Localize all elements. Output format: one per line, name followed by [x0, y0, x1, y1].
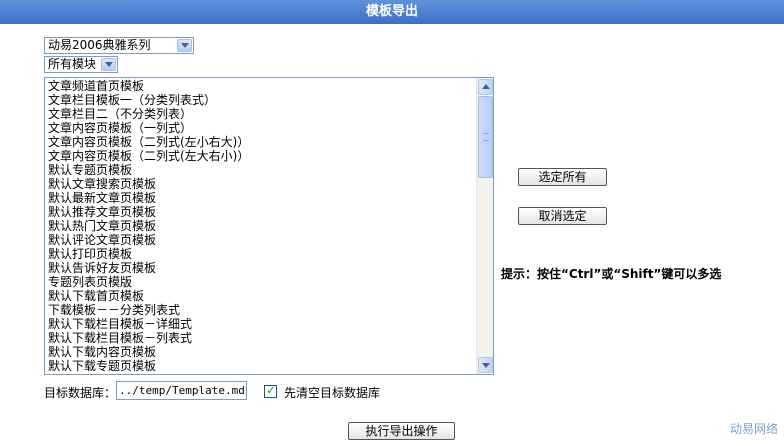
export-button[interactable]: 执行导出操作	[348, 422, 455, 440]
multi-select-hint: 提示：按住“Ctrl”或“Shift”键可以多选	[501, 267, 722, 281]
list-item[interactable]: 文章内容页模板（二列式(左小右大)）	[48, 135, 475, 149]
chevron-down-icon[interactable]	[101, 58, 116, 71]
deselect-button[interactable]: 取消选定	[518, 207, 607, 225]
template-series-select[interactable]: 动易2006典雅系列	[44, 37, 194, 54]
list-item[interactable]: 默认下载栏目模板－列表式	[48, 331, 475, 345]
list-item[interactable]: 文章栏目模板一（分类列表式）	[48, 93, 475, 107]
list-item[interactable]: 默认下载专题页模板	[48, 359, 475, 373]
list-item[interactable]: 文章内容页模板（二列式(左大右小)）	[48, 149, 475, 163]
list-item[interactable]: 文章内容页模板（一列式）	[48, 121, 475, 135]
clear-target-checkbox[interactable]	[264, 383, 277, 398]
list-item[interactable]: 默认热门文章页模板	[48, 219, 475, 233]
target-database-label: 目标数据库：	[44, 386, 117, 400]
list-item[interactable]: 默认推荐文章页模板	[48, 205, 475, 219]
template-listbox[interactable]: 文章频道首页模板 文章栏目模板一（分类列表式） 文章栏目二（不分类列表） 文章内容页模…	[44, 77, 494, 375]
list-item[interactable]: 默认专题页模板	[48, 163, 475, 177]
scroll-up-icon[interactable]	[478, 79, 493, 95]
target-database-input[interactable]: ../temp/Template.mdb	[116, 381, 247, 400]
list-item[interactable]: 默认下载栏目模板－详细式	[48, 317, 475, 331]
template-series-value: 动易2006典雅系列	[48, 38, 151, 52]
clear-target-label: 先清空目标数据库	[284, 386, 381, 400]
scroll-down-icon[interactable]	[478, 357, 493, 373]
list-item[interactable]: 文章栏目二（不分类列表）	[48, 107, 475, 121]
list-item[interactable]: 默认告诉好友页模板	[48, 261, 475, 275]
list-item[interactable]: 默认文章搜索页模板	[48, 177, 475, 191]
chevron-down-icon[interactable]	[177, 39, 192, 52]
module-filter-value: 所有模块	[48, 57, 97, 71]
select-all-button[interactable]: 选定所有	[518, 168, 607, 186]
module-filter-select[interactable]: 所有模块	[44, 56, 118, 73]
list-item[interactable]: 默认最新文章页模板	[48, 191, 475, 205]
list-item[interactable]: 默认下载首页模板	[48, 289, 475, 303]
list-item[interactable]: 下载模板－－分类列表式	[48, 303, 475, 317]
list-item[interactable]: 默认评论文章页模板	[48, 233, 475, 247]
template-list-items: 文章频道首页模板 文章栏目模板一（分类列表式） 文章栏目二（不分类列表） 文章内容页模…	[48, 79, 475, 373]
list-item[interactable]: 专题列表页模版	[48, 275, 475, 289]
listbox-scrollbar[interactable]	[476, 78, 493, 374]
watermark: 动易网络	[729, 422, 778, 436]
list-item[interactable]: 文章频道首页模板	[48, 79, 475, 93]
page-title: 模板导出	[0, 0, 784, 24]
scroll-thumb[interactable]	[478, 96, 493, 178]
list-item[interactable]: 默认下载内容页模板	[48, 345, 475, 359]
list-item[interactable]: 默认打印页模板	[48, 247, 475, 261]
